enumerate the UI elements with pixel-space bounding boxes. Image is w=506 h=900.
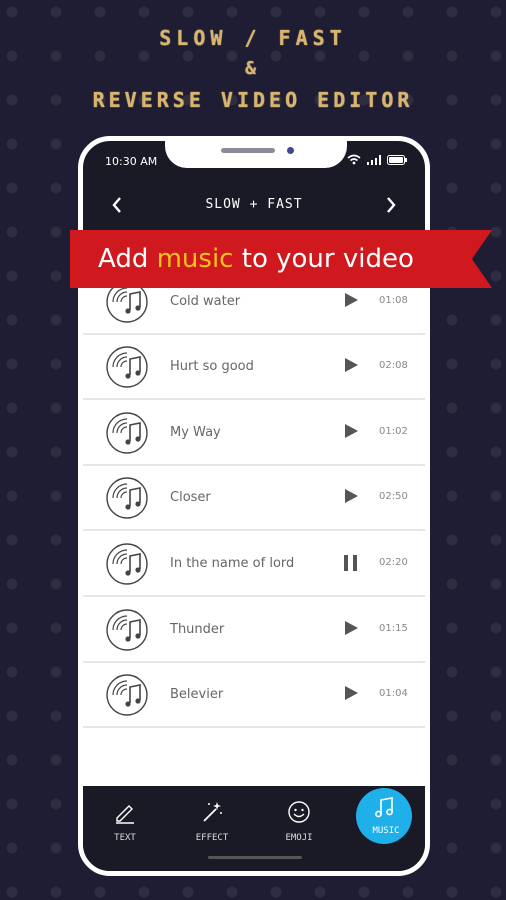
promo-banner: Add music to your video xyxy=(70,230,492,288)
list-item[interactable]: In the name of lord 02:20 xyxy=(83,532,425,597)
play-button[interactable] xyxy=(343,357,359,377)
play-icon xyxy=(343,489,359,508)
play-icon xyxy=(343,686,359,705)
play-button[interactable] xyxy=(343,292,359,312)
tool-music-label: MUSIC xyxy=(372,826,400,836)
song-name: Thunder xyxy=(170,621,225,637)
tool-text[interactable]: TEXT xyxy=(95,786,155,871)
song-name: My Way xyxy=(170,424,221,440)
screen-title: SLOW + FAST xyxy=(205,197,303,212)
speaker-grille xyxy=(221,148,275,153)
signal-icon xyxy=(367,154,381,165)
music-disc-icon xyxy=(105,542,149,590)
bottom-toolbar: TEXT EFFECT EMOJI MUSIC xyxy=(83,786,425,871)
banner-highlight: music xyxy=(156,244,234,274)
tool-music[interactable]: MUSIC xyxy=(356,786,416,871)
music-disc-icon xyxy=(105,411,149,459)
play-button[interactable] xyxy=(343,685,359,705)
nav-bar: SLOW + FAST xyxy=(83,185,425,225)
song-duration: 02:50 xyxy=(379,491,408,503)
list-item[interactable]: Closer 02:50 xyxy=(83,466,425,532)
song-name: In the name of lord xyxy=(170,556,295,571)
song-duration: 01:15 xyxy=(379,622,408,634)
promo-line-3: REVERSE VIDEO EDITOR xyxy=(92,88,414,112)
play-button[interactable] xyxy=(343,488,359,508)
banner-text: Add music to your video xyxy=(98,244,414,274)
home-indicator xyxy=(208,856,302,859)
smiley-icon xyxy=(288,801,310,823)
front-camera xyxy=(287,147,294,154)
phone-notch xyxy=(165,141,347,168)
magic-wand-icon xyxy=(203,802,222,822)
tool-emoji-label: EMOJI xyxy=(285,833,313,843)
list-item[interactable]: My Way 01:02 xyxy=(83,401,425,466)
music-note-icon xyxy=(375,797,393,818)
music-disc-icon xyxy=(105,345,149,393)
tool-effect-label: EFFECT xyxy=(195,833,229,843)
play-icon xyxy=(343,620,359,640)
list-item[interactable]: Hurt so good 02:08 xyxy=(83,335,425,401)
song-name: Belevier xyxy=(170,687,224,703)
battery-icon xyxy=(387,154,407,165)
music-disc-icon xyxy=(105,608,149,656)
list-item[interactable]: Belevier 01:04 xyxy=(83,663,425,729)
banner-prefix: Add xyxy=(98,244,157,274)
status-icons xyxy=(347,154,407,165)
play-button[interactable] xyxy=(343,423,359,443)
song-duration: 02:08 xyxy=(379,360,408,372)
song-duration: 01:08 xyxy=(379,294,408,306)
play-icon xyxy=(343,423,359,443)
wifi-icon xyxy=(347,154,361,165)
pause-icon xyxy=(343,555,359,576)
pen-icon xyxy=(116,805,134,824)
play-button[interactable] xyxy=(343,620,359,640)
play-icon xyxy=(343,292,359,312)
song-duration: 01:04 xyxy=(379,688,408,700)
pause-button[interactable] xyxy=(343,554,359,576)
music-disc-icon xyxy=(105,673,149,721)
music-disc-icon xyxy=(105,476,149,524)
tool-text-label: TEXT xyxy=(114,833,136,843)
list-item[interactable]: Thunder 01:15 xyxy=(83,598,425,663)
promo-line-2: & xyxy=(245,58,261,79)
song-duration: 02:20 xyxy=(379,557,408,568)
song-duration: 01:02 xyxy=(379,425,408,437)
song-name: Cold water xyxy=(170,293,241,309)
status-time: 10:30 AM xyxy=(105,155,158,168)
banner-suffix: to your video xyxy=(233,244,414,274)
song-name: Hurt so good xyxy=(170,359,254,375)
play-icon xyxy=(343,358,359,377)
song-name: Closer xyxy=(170,490,211,506)
chevron-right-icon xyxy=(387,197,396,213)
forward-button[interactable] xyxy=(377,191,405,219)
song-list: Until It Breaks02:00Cold water01:08Hurt … xyxy=(83,231,425,786)
promo-line-1: SLOW / FAST xyxy=(159,26,347,50)
